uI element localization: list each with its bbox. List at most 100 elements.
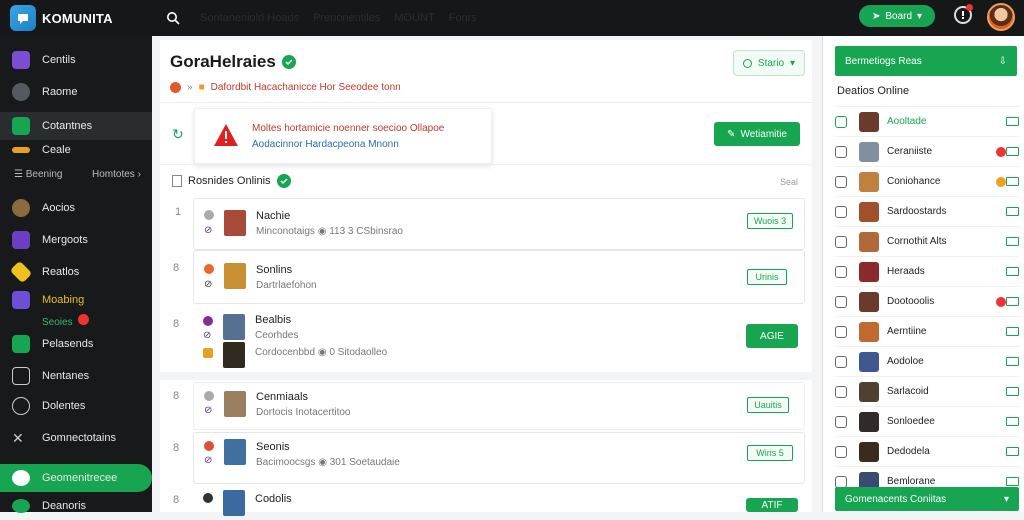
list-item[interactable]: Ceraniiste — [835, 136, 1019, 166]
sidebar-item-label: Geomenitrecee — [42, 472, 118, 484]
list-item[interactable]: Cornothit Alts — [835, 226, 1019, 256]
top-tab[interactable]: Sontaneniold Hoads — [200, 12, 299, 24]
row-action-button[interactable]: Wiris 5 — [747, 445, 793, 461]
sidebar-item-raome[interactable]: Raome — [0, 78, 152, 106]
message-icon[interactable] — [1006, 207, 1019, 216]
message-icon[interactable] — [1006, 447, 1019, 456]
sidebar-item-label: Dolentes — [42, 400, 86, 412]
status-icon — [835, 475, 847, 488]
share-icon[interactable]: ↻ — [172, 126, 184, 143]
board-button[interactable]: ➤ Board ▾ — [859, 5, 935, 27]
sidebar-item-ceale[interactable]: Ceale — [0, 142, 152, 158]
row-action-button[interactable]: Wuois 3 — [747, 213, 793, 229]
board-button-label: Board — [885, 10, 913, 22]
divider — [160, 102, 812, 103]
row-action-button[interactable]: Uauitis — [747, 397, 789, 413]
top-tab[interactable]: Fonrs — [449, 12, 477, 24]
alert-popup: Moltes hortamicie noenner soecioo Ollapo… — [194, 108, 492, 164]
sidebar-item-moabing[interactable]: Moabing — [0, 290, 152, 310]
row-meta: Minconotaigs ◉ 113 3 CSbinsrao — [256, 226, 403, 237]
sidebar-item-centils[interactable]: Centils — [0, 46, 152, 74]
sidebar-item-aocios[interactable]: Aocios — [0, 194, 152, 222]
subtitle-text: Dafordbit Hacachanicce Hor Seeodee tonn — [210, 82, 401, 93]
list-item[interactable]: Dedodela — [835, 436, 1019, 466]
sidebar-sub-homtotes[interactable]: Homtotes › — [92, 169, 141, 180]
tag-icon — [9, 260, 33, 284]
table-row[interactable]: Codolis ATIF — [193, 486, 805, 516]
top-tabs: Sontaneniold Hoads Prenonentiles MOUNT F… — [200, 12, 477, 24]
row-name: Cenmiaals — [256, 391, 308, 403]
list-item[interactable]: Aooltade — [835, 106, 1019, 136]
list-item[interactable]: Heraads — [835, 256, 1019, 286]
row-action-button[interactable]: AGIE — [746, 324, 798, 348]
list-item[interactable]: Sonloedee — [835, 406, 1019, 436]
table-row[interactable]: ⊘ Bealbis Ceorhdes Cordocenbbd ◉ 0 Sitod… — [193, 306, 805, 368]
grid-icon — [12, 117, 30, 135]
notification-badge — [996, 146, 1006, 157]
list-item[interactable]: Aerntiine — [835, 316, 1019, 346]
table-row[interactable]: ⊘ Cenmiaals Dortocis Inotacertitoo Uauit… — [193, 382, 805, 430]
sidebar-item-reatlos[interactable]: Reatlos — [0, 258, 152, 286]
sidebar-sub-beening[interactable]: ☰ Beening — [14, 169, 62, 180]
message-icon[interactable] — [1006, 417, 1019, 426]
avatar — [223, 342, 245, 368]
user-avatar[interactable] — [987, 3, 1015, 31]
message-icon[interactable] — [1006, 357, 1019, 366]
message-icon[interactable] — [1006, 477, 1019, 486]
brand[interactable]: KOMUNITA — [0, 5, 152, 31]
message-icon[interactable] — [1006, 267, 1019, 276]
message-icon[interactable] — [1006, 177, 1019, 186]
sidebar-item-deanoris[interactable]: Deanoris — [0, 492, 152, 520]
search-icon[interactable] — [164, 9, 182, 27]
sidebar-item-dolentes[interactable]: Dolentes — [0, 392, 152, 420]
row-action-button[interactable]: ATIF — [746, 498, 798, 512]
message-icon[interactable] — [1006, 327, 1019, 336]
list-item[interactable]: Coniohance — [835, 166, 1019, 196]
status-dropdown[interactable]: Stario ▾ — [733, 50, 805, 76]
link-icon: ⊘ — [204, 279, 213, 290]
avatar — [859, 111, 879, 132]
back-icon[interactable] — [170, 82, 181, 93]
tag-icon — [203, 348, 213, 358]
message-icon[interactable] — [1006, 147, 1019, 156]
list-item[interactable]: Aodoloe — [835, 346, 1019, 376]
list-item[interactable]: Sarlacoid — [835, 376, 1019, 406]
top-bar: KOMUNITA Sontaneniold Hoads Prenonentile… — [0, 0, 1024, 36]
message-icon[interactable] — [1006, 297, 1019, 306]
app-logo-icon — [10, 5, 36, 31]
action-button[interactable]: ✎ Wetiamitie — [714, 122, 800, 146]
status-icon — [835, 415, 847, 428]
section-more-link[interactable]: Seal — [780, 177, 798, 187]
divider — [160, 164, 812, 165]
avatar — [223, 490, 245, 516]
verified-check-icon — [281, 55, 296, 69]
message-icon[interactable] — [1006, 387, 1019, 396]
sidebar-sub-seoies[interactable]: Seoies — [42, 314, 89, 328]
friend-name: Sonloedee — [887, 416, 935, 427]
sidebar-item-geomenitrecee[interactable]: Geomenitrecee — [0, 464, 152, 492]
sidebar-item-nentanes[interactable]: Nentanes — [0, 362, 152, 390]
message-icon[interactable] — [1006, 237, 1019, 246]
friends-header-button[interactable]: Bermetiogs Reas ⇩ — [835, 46, 1017, 76]
sidebar-item-pelasends[interactable]: Pelasends — [0, 330, 152, 358]
message-icon[interactable] — [1006, 117, 1019, 126]
bullet-icon: » — [187, 82, 193, 93]
list-item[interactable]: Dootooolis — [835, 286, 1019, 316]
table-row[interactable]: ⊘ Sonlins Dartrlaefohon Urinis — [193, 250, 805, 304]
sidebar-item-label: Aocios — [42, 202, 76, 214]
sidebar-item-label: Ceale — [42, 144, 71, 156]
table-row[interactable]: ⊘ Seonis Bacimoocsgs ◉ 301 Soetaudaie Wi… — [193, 432, 805, 484]
sidebar-item-cotantnes[interactable]: Cotantnes — [0, 112, 152, 140]
row-action-button[interactable]: Urinis — [747, 269, 787, 285]
friends-footer-button[interactable]: Gomenacents Coniitas ▾ — [835, 487, 1019, 511]
avatar — [859, 381, 879, 402]
page-title: GoraHelraies — [170, 52, 296, 72]
top-tab[interactable]: MOUNT — [394, 12, 434, 24]
sidebar-item-mergoots[interactable]: Mergoots — [0, 226, 152, 254]
list-item[interactable]: Sardoostards — [835, 196, 1019, 226]
notification-badge — [996, 176, 1006, 187]
table-row[interactable]: ⊘ Nachie Minconotaigs ◉ 113 3 CSbinsrao … — [193, 198, 805, 250]
sidebar-item-gomnectotains[interactable]: ✕ Gomnectotains — [0, 424, 152, 452]
alert-link[interactable]: Aodacinnor Hardacpeona Mnonn — [252, 139, 399, 150]
top-tab[interactable]: Prenonentiles — [313, 12, 380, 24]
